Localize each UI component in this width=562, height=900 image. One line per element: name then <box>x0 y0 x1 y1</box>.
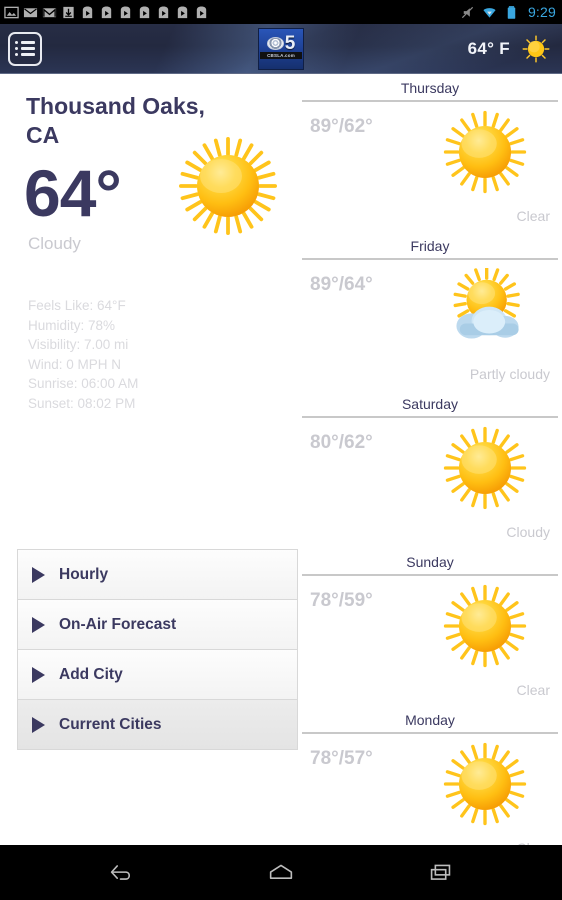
sun-icon <box>443 426 527 510</box>
detail-wind: Wind: 0 MPH N <box>28 356 122 372</box>
weather-app: 9:29 5 CBSLA.com 64° F Thousand Oaks, CA… <box>0 0 562 900</box>
cbs5-logo[interactable]: 5 CBSLA.com <box>258 28 304 70</box>
menu-item-current-cities[interactable]: Current Cities <box>18 700 297 750</box>
forecast-day-body: 78°/57° <box>298 734 562 845</box>
play-store-icon <box>139 6 150 18</box>
forecast-day-body: 78°/59° Clear <box>298 576 562 706</box>
forecast-description: Clear <box>516 208 550 224</box>
menu-item-on-air-forecast[interactable]: On-Air Forecast <box>18 600 297 650</box>
header-weather-summary: 64° F <box>468 35 550 63</box>
menu-line-icon <box>21 41 35 44</box>
play-store-icon <box>101 6 112 18</box>
sun-icon <box>522 35 550 63</box>
wifi-icon <box>483 7 496 18</box>
forecast-day-card[interactable]: Monday 78°/57° <box>298 706 562 845</box>
back-arrow-icon <box>110 865 131 880</box>
menu-button[interactable] <box>8 31 42 66</box>
play-store-icon <box>196 6 207 18</box>
forecast-day-card[interactable]: Sunday 78°/59° Clear <box>298 548 562 706</box>
detail-sunrise: Sunrise: 06:00 AM <box>28 376 139 391</box>
forecast-day-body: 89°/62° Clear <box>298 102 562 232</box>
sun-icon <box>443 110 527 194</box>
forecast-day-name: Saturday <box>401 396 459 412</box>
detail-visibility: Visibility: 7.00 mi <box>28 337 129 352</box>
triangle-right-icon <box>32 566 45 583</box>
recents-icon <box>430 864 451 880</box>
menu-item-label: Current Cities <box>59 715 162 733</box>
forecast-description: Clear <box>516 682 550 698</box>
menu-line-icon <box>21 53 35 56</box>
forecast-high-low: 89°/62° <box>310 116 373 137</box>
navigation-menu-list: Hourly On-Air Forecast Add City Current … <box>17 549 298 750</box>
current-condition-label: Cloudy <box>28 234 81 253</box>
forecast-day-card[interactable]: Thursday 89°/62° Clear <box>298 74 562 232</box>
detail-feels-like: Feels Like: 64°F <box>28 298 126 313</box>
forecast-high-low: 78°/59° <box>310 590 373 611</box>
play-store-icon <box>120 6 131 18</box>
forecast-day-card[interactable]: Saturday 80°/62° Cloudy <box>298 390 562 548</box>
detail-sunset: Sunset: 08:02 PM <box>28 395 136 411</box>
channel-number: 5 <box>284 33 296 54</box>
play-store-icon <box>158 6 169 18</box>
menu-bullet-icon <box>15 47 18 50</box>
status-bar-system-icons: 9:29 <box>460 4 556 20</box>
menu-item-label: Hourly <box>59 565 109 583</box>
triangle-right-icon <box>32 616 45 633</box>
screenshot-icon <box>4 6 19 18</box>
home-button[interactable] <box>259 856 303 890</box>
triangle-right-icon <box>32 716 45 733</box>
forecast-day-name: Friday <box>410 238 450 254</box>
status-bar-notification-icons <box>4 5 460 20</box>
forecast-high-low: 80°/62° <box>310 432 373 453</box>
weather-details-list: Feels Like: 64°F Humidity: 78% Visibilit… <box>28 296 298 413</box>
back-button[interactable] <box>99 856 143 890</box>
menu-item-add-city[interactable]: Add City <box>18 650 297 700</box>
cbs5-logo-mark: 5 <box>266 33 296 54</box>
detail-humidity: Humidity: 78% <box>28 317 116 333</box>
forecast-day-body: 89°/64° Partly cloudy <box>298 260 562 390</box>
menu-item-label: Add City <box>59 665 123 683</box>
forecast-day-name: Sunday <box>406 554 454 570</box>
sun-icon <box>443 742 527 826</box>
gmail-icon <box>42 7 57 17</box>
play-store-icon <box>177 6 188 18</box>
header-temperature: 64° F <box>467 38 510 58</box>
sun-icon <box>178 136 278 236</box>
forecast-high-low: 89°/64° <box>310 274 373 295</box>
forecast-day-name: Thursday <box>400 80 460 96</box>
recents-button[interactable] <box>419 856 463 890</box>
forecast-panel[interactable]: Thursday 89°/62° Clear Friday 89°/64° Pa… <box>298 74 562 845</box>
cbs5-logo-inner: 5 CBSLA.com <box>258 28 304 70</box>
brand-website-label: CBSLA.com <box>260 52 302 59</box>
play-store-icon <box>82 6 93 18</box>
mail-icon <box>23 7 38 17</box>
android-status-bar: 9:29 <box>0 0 562 24</box>
current-conditions-panel: Thousand Oaks, CA 64° Cloudy Feels Like:… <box>0 74 298 845</box>
forecast-day-card[interactable]: Friday 89°/64° Partly cloudy <box>298 232 562 390</box>
forecast-high-low: 78°/57° <box>310 748 373 769</box>
forecast-day-body: 80°/62° Cloudy <box>298 418 562 548</box>
menu-bullet-icon <box>15 53 18 56</box>
menu-icon-row <box>15 47 35 50</box>
android-navigation-bar <box>0 845 562 900</box>
cbs-eye-icon <box>266 37 284 50</box>
mute-icon <box>461 6 474 18</box>
battery-icon <box>507 5 516 19</box>
menu-item-hourly[interactable]: Hourly <box>18 550 297 600</box>
menu-icon-row <box>15 41 35 44</box>
menu-bullet-icon <box>15 41 18 44</box>
sun-icon <box>443 584 527 668</box>
menu-icon-row <box>15 53 35 56</box>
forecast-description: Partly cloudy <box>469 366 550 382</box>
download-icon <box>63 6 74 18</box>
forecast-day-name: Monday <box>405 712 455 728</box>
sun-cloud-icon <box>443 268 527 352</box>
menu-item-label: On-Air Forecast <box>59 615 177 633</box>
status-bar-clock: 9:29 <box>527 4 556 20</box>
menu-line-icon <box>21 47 35 50</box>
triangle-right-icon <box>32 666 45 683</box>
forecast-description: Cloudy <box>506 524 550 540</box>
home-icon <box>269 864 293 879</box>
app-header-bar: 5 CBSLA.com 64° F <box>0 24 562 74</box>
